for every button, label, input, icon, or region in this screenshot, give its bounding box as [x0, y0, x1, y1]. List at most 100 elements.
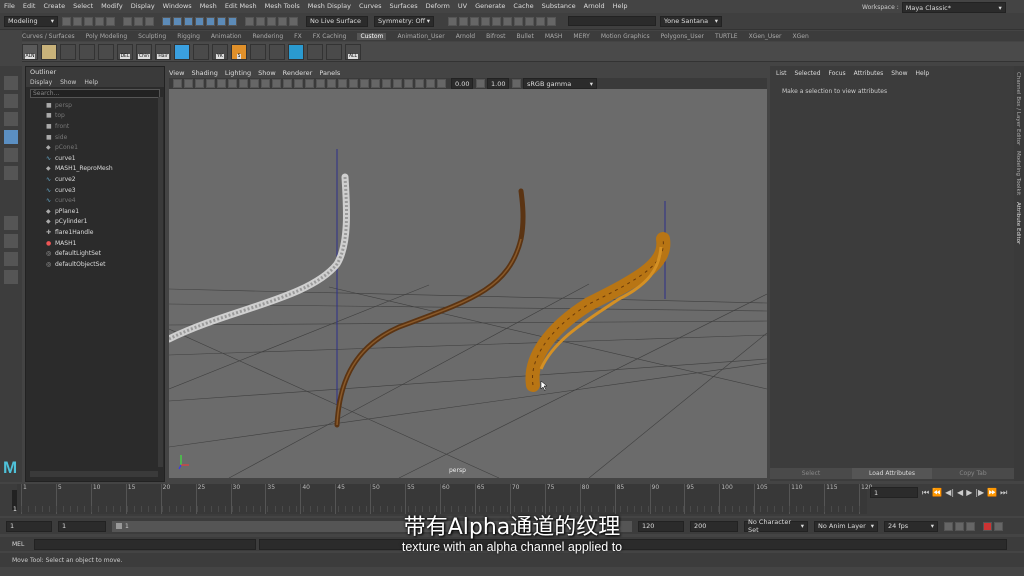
anti-aliasing-icon[interactable]	[371, 79, 380, 88]
menu-windows[interactable]: Windows	[163, 2, 192, 10]
screen-space-ao-icon[interactable]	[349, 79, 358, 88]
outliner-item[interactable]: ◆ pCone1	[46, 142, 164, 153]
outliner-item[interactable]: ∿ curve1	[46, 153, 164, 164]
viewport-scene[interactable]	[169, 89, 767, 478]
load-attributes-button[interactable]: Load Attributes	[852, 468, 932, 479]
workspace-dropdown[interactable]: Maya Classic* ▾	[901, 2, 1006, 13]
menu-mesh-tools[interactable]: Mesh Tools	[265, 2, 300, 10]
snap-point-icon[interactable]	[267, 16, 276, 26]
outliner-item[interactable]: ◎ defaultObjectSet	[46, 259, 164, 270]
del-icon[interactable]: DEL	[117, 43, 133, 60]
isolate-select-icon[interactable]	[393, 79, 402, 88]
texture-icon[interactable]	[41, 43, 57, 60]
menu-substance[interactable]: Substance	[542, 2, 576, 10]
grid-toggle-icon[interactable]	[217, 79, 226, 88]
redo-icon[interactable]	[106, 16, 115, 26]
open-scene-icon[interactable]	[73, 16, 82, 26]
live-surface-field[interactable]: No Live Surface	[306, 15, 368, 27]
outliner-menu-show[interactable]: Show	[60, 79, 76, 86]
menu-curves[interactable]: Curves	[359, 2, 382, 10]
image-plane-icon[interactable]	[206, 79, 215, 88]
modeling-toolkit-tab[interactable]: Modeling Toolkit	[1015, 151, 1021, 195]
step-forward-frame-icon[interactable]: |▶	[975, 488, 984, 497]
toggle-panel-icon[interactable]	[547, 16, 556, 26]
shelf-tab-poly-modeling[interactable]: Poly Modeling	[86, 33, 128, 40]
shelf-tab-polygons-user[interactable]: Polygons_User	[661, 33, 704, 40]
outliner-item[interactable]: ■ side	[46, 132, 164, 143]
four-view-layout-icon[interactable]	[4, 234, 18, 248]
play-backwards-icon[interactable]: ◀	[957, 488, 963, 497]
select-by-dynamic-icon[interactable]	[217, 16, 226, 26]
yk-icon[interactable]: YK	[212, 43, 228, 60]
wireframe-icon[interactable]	[283, 79, 292, 88]
move-tool-icon[interactable]	[4, 130, 18, 144]
menu-cache[interactable]: Cache	[513, 2, 533, 10]
select-button[interactable]: Select	[770, 468, 852, 479]
render-view-icon[interactable]	[459, 16, 468, 26]
mash-m-icon[interactable]	[98, 43, 114, 60]
color-space-dropdown[interactable]: sRGB gamma ▾	[523, 78, 597, 89]
select-by-joint-icon[interactable]	[173, 16, 182, 26]
step-back-frame-icon[interactable]: ◀|	[945, 488, 954, 497]
menu-set-dropdown[interactable]: Modeling ▾	[4, 15, 58, 27]
save-scene-icon[interactable]	[84, 16, 93, 26]
exposure-field[interactable]: 0.00	[451, 78, 473, 89]
step-back-key-icon[interactable]: ⏪	[932, 488, 942, 497]
hypershade-icon[interactable]	[503, 16, 512, 26]
snap-view-icon[interactable]	[278, 16, 287, 26]
wireframe-on-shaded-icon[interactable]	[305, 79, 314, 88]
viewport-menu-panels[interactable]: Panels	[319, 69, 340, 77]
undo-icon[interactable]	[95, 16, 104, 26]
plus-red-icon[interactable]	[79, 43, 95, 60]
menu-mesh[interactable]: Mesh	[200, 2, 217, 10]
menu-edit-mesh[interactable]: Edit Mesh	[225, 2, 257, 10]
resolution-gate-icon[interactable]	[239, 79, 248, 88]
shelf-tab-custom[interactable]: Custom	[357, 32, 387, 40]
use-lights-icon[interactable]	[327, 79, 336, 88]
viewport-menu-shading[interactable]: Shading	[191, 69, 217, 77]
shelf-tab-bifrost[interactable]: Bifrost	[486, 33, 505, 40]
attribute-menu-show[interactable]: Show	[891, 70, 907, 77]
gamma-field[interactable]: 1.00	[487, 78, 509, 89]
ipr-render-icon[interactable]	[481, 16, 490, 26]
shadows-icon[interactable]	[338, 79, 347, 88]
select-by-handle-icon[interactable]	[162, 16, 171, 26]
outliner-menu-help[interactable]: Help	[84, 79, 98, 86]
viewport-menu-show[interactable]: Show	[258, 69, 276, 77]
outliner-layout-icon[interactable]	[4, 270, 18, 284]
snap-curve-icon[interactable]	[256, 16, 265, 26]
single-view-layout-icon[interactable]	[4, 216, 18, 230]
symmetry-dropdown[interactable]: Symmetry: Off ▾	[374, 15, 434, 27]
arnold-render-icon[interactable]	[514, 16, 523, 26]
camera-attributes-icon[interactable]	[184, 79, 193, 88]
outliner-horizontal-scrollbar[interactable]	[30, 471, 158, 477]
play-forwards-icon[interactable]: ▶	[966, 488, 972, 497]
select-by-deform-icon[interactable]	[206, 16, 215, 26]
blue-square-icon[interactable]	[174, 43, 190, 60]
step-forward-key-icon[interactable]: ⏩	[987, 488, 997, 497]
snap-grid-icon[interactable]	[245, 16, 254, 26]
xray-joints-icon[interactable]	[426, 79, 435, 88]
outliner-item[interactable]: ∿ curve2	[46, 174, 164, 185]
chin-icon[interactable]: Chin	[136, 43, 152, 60]
input-line-field[interactable]	[568, 16, 656, 26]
outliner-item[interactable]: ◆ pCylinder1	[46, 217, 164, 228]
two-view-layout-icon[interactable]	[4, 252, 18, 266]
shelf-tab-fx-caching[interactable]: FX Caching	[313, 33, 347, 40]
go-to-start-icon[interactable]: ⏮	[922, 488, 929, 498]
ghost-icon[interactable]	[193, 43, 209, 60]
menu-help[interactable]: Help	[613, 2, 628, 10]
field-chart-icon[interactable]	[261, 79, 270, 88]
minus-icon[interactable]	[60, 43, 76, 60]
all-icon[interactable]: ALL	[345, 43, 361, 60]
menu-mesh-display[interactable]: Mesh Display	[308, 2, 351, 10]
textured-icon[interactable]	[316, 79, 325, 88]
outliner-item[interactable]: ∿ curve4	[46, 195, 164, 206]
smooth-shade-icon[interactable]	[294, 79, 303, 88]
shelf-tab-arnold[interactable]: Arnold	[456, 33, 475, 40]
person-icon[interactable]	[250, 43, 266, 60]
shelf-tab-xgen[interactable]: XGen	[793, 33, 809, 40]
outliner-item[interactable]: ● MASH1	[46, 238, 164, 249]
shelf-tab-turtle[interactable]: TURTLE	[715, 33, 738, 40]
attribute-menu-list[interactable]: List	[776, 70, 787, 77]
